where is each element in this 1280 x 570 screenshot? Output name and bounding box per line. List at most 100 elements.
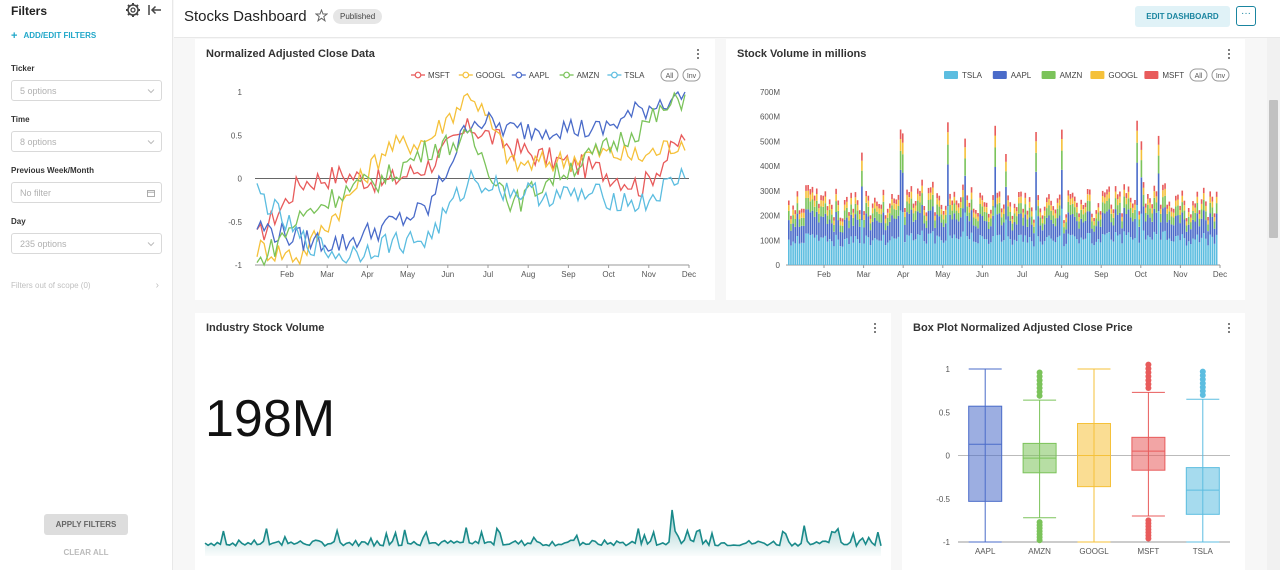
bar-segment-tsla — [1142, 230, 1145, 265]
bar-segment-msft — [1192, 201, 1194, 206]
bar-segment-msft — [1026, 210, 1029, 215]
bar-segment-aapl — [1108, 209, 1110, 233]
filter-label-day: Day — [11, 217, 26, 226]
bar-segment-msft — [867, 195, 870, 201]
bar-segment-msft — [886, 208, 889, 213]
bar-segment-googl — [1028, 201, 1031, 208]
bar-segment-msft — [1198, 210, 1201, 214]
bar-segment-msft — [1196, 191, 1199, 197]
published-badge[interactable]: Published — [333, 9, 383, 24]
bar-segment-aapl — [874, 217, 876, 239]
bar-segment-googl — [800, 212, 803, 218]
scrollbar-thumb[interactable] — [1269, 100, 1278, 238]
bar-segment-amzn — [889, 213, 891, 222]
collapse-icon[interactable] — [147, 2, 163, 18]
bar-segment-aapl — [865, 213, 868, 236]
bar-segment-msft — [1168, 201, 1171, 206]
bar-segment-msft — [1202, 187, 1205, 194]
bar-segment-amzn — [1147, 204, 1149, 215]
bar-segment-tsla — [835, 234, 837, 265]
bar-segment-amzn — [1125, 204, 1128, 214]
bar-segment-amzn — [1033, 226, 1035, 234]
time-select[interactable]: 8 options — [11, 131, 162, 152]
bar-segment-amzn — [854, 203, 857, 215]
bar-segment-amzn — [1039, 217, 1042, 226]
bar-segment-aapl — [1119, 212, 1121, 235]
prev-week-month-picker[interactable]: No filter — [11, 182, 162, 203]
bar-segment-tsla — [1020, 234, 1022, 265]
box-plot-chart: 1 0.5 0 -0.5 -1 AAPL AMZN GOOGL MSFT TSLA — [936, 361, 1230, 556]
bar-segment-amzn — [861, 170, 863, 187]
bar-segment-aapl — [863, 227, 865, 244]
x-tick-label: Dec — [682, 270, 696, 279]
bar-segment-amzn — [944, 215, 947, 224]
bar-segment-googl — [876, 206, 878, 212]
bar-segment-aapl — [1151, 221, 1153, 240]
bar-segment-googl — [874, 202, 876, 209]
bar-segment-aapl — [1076, 221, 1078, 239]
bar-segment-tsla — [1033, 246, 1035, 265]
bar-segment-aapl — [882, 212, 885, 235]
bar-segment-googl — [1026, 214, 1029, 220]
bar-segment-msft — [1181, 190, 1184, 196]
bar-segment-tsla — [820, 237, 822, 265]
bar-segment-msft — [835, 188, 837, 195]
bar-segment-tsla — [912, 240, 915, 265]
time-select-value: 8 options — [20, 137, 57, 147]
apply-filters-button[interactable]: APPLY FILTERS — [44, 514, 128, 535]
bar-segment-aapl — [1052, 223, 1055, 241]
y-tick-label: 700M — [760, 88, 780, 97]
bar-segment-googl — [1050, 205, 1052, 211]
bar-segment-tsla — [1056, 237, 1059, 265]
outlier-point — [1036, 537, 1043, 544]
bar-segment-tsla — [1000, 241, 1003, 265]
filters-out-of-scope[interactable]: Filters out of scope (0) › — [11, 280, 161, 291]
bar-segment-googl — [994, 135, 997, 148]
edit-dashboard-button[interactable]: EDIT DASHBOARD — [1135, 6, 1230, 27]
bar-segment-msft — [1123, 184, 1126, 190]
bar-segment-googl — [1054, 213, 1057, 219]
bar-segment-googl — [1129, 202, 1132, 209]
favorite-star-icon[interactable] — [315, 9, 328, 22]
bar-segment-googl — [1123, 189, 1126, 197]
bar-segment-aapl — [839, 232, 842, 247]
add-edit-filters-button[interactable]: + ADD/EDIT FILTERS — [11, 30, 96, 41]
more-options-button[interactable]: ··· — [1236, 6, 1256, 26]
bar-segment-tsla — [1024, 235, 1027, 265]
page-scrollbar[interactable] — [1267, 38, 1280, 570]
bar-segment-msft — [1164, 183, 1166, 189]
bar-segment-tsla — [1030, 241, 1033, 265]
bar-segment-aapl — [790, 230, 792, 246]
bar-segment-googl — [1149, 202, 1151, 209]
bar-segment-aapl — [841, 232, 844, 247]
clear-all-button[interactable]: CLEAR ALL — [44, 548, 128, 557]
bar-segment-aapl — [1078, 228, 1080, 244]
gear-icon[interactable] — [125, 2, 141, 18]
bar-segment-amzn — [1129, 208, 1132, 218]
chevron-down-icon — [147, 242, 155, 247]
bar-segment-googl — [1153, 191, 1156, 198]
bar-segment-aapl — [1123, 207, 1126, 232]
bar-segment-msft — [1116, 194, 1119, 200]
bar-segment-amzn — [1046, 208, 1048, 218]
bar-segment-msft — [936, 193, 938, 199]
ticker-select[interactable]: 5 options — [11, 80, 162, 101]
bar-segment-msft — [1009, 202, 1012, 207]
bar-segment-msft — [1015, 207, 1018, 212]
bar-segment-googl — [1207, 220, 1209, 225]
bar-segment-aapl — [1104, 213, 1106, 235]
bar-segment-aapl — [908, 213, 911, 236]
bar-segment-aapl — [1144, 221, 1147, 240]
bar-segment-msft — [1170, 207, 1173, 212]
bar-segment-msft — [1071, 192, 1074, 198]
bar-segment-googl — [921, 185, 923, 194]
legend-label: TSLA — [962, 71, 983, 80]
y-tick-label: -0.5 — [936, 495, 950, 504]
bar-segment-msft — [938, 195, 941, 201]
bar-segment-tsla — [1091, 243, 1093, 265]
bar-segment-tsla — [813, 237, 816, 265]
day-select[interactable]: 235 options — [11, 233, 162, 254]
bar-segment-amzn — [1050, 210, 1052, 220]
bar-segment-amzn — [835, 201, 837, 212]
bar-segment-aapl — [1035, 171, 1037, 211]
